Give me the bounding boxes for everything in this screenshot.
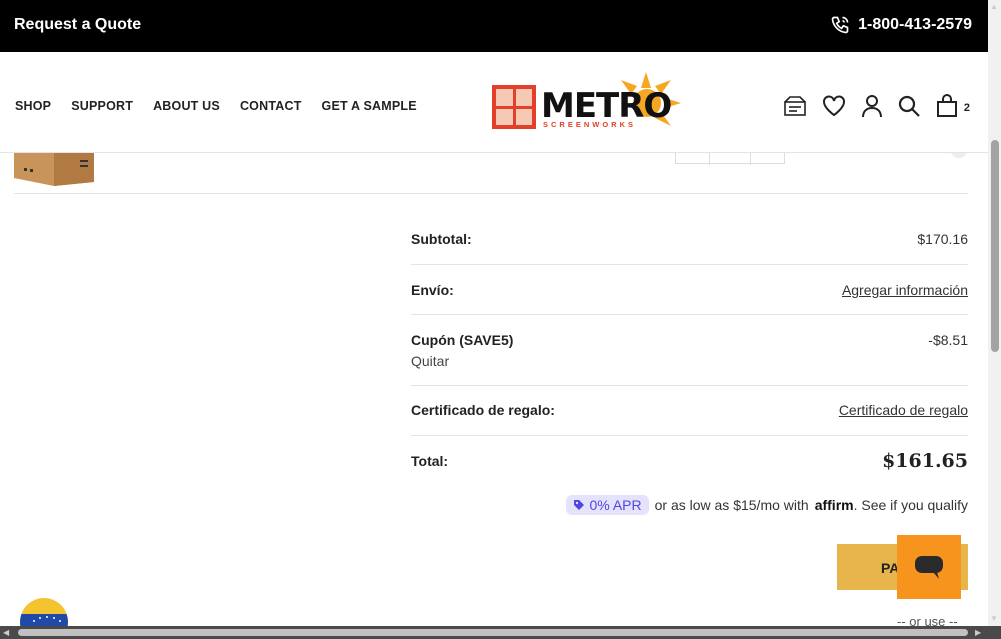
affirm-text: or as low as $15/mo with bbox=[654, 497, 809, 513]
coupon-row: Cupón (SAVE5) Quitar -$8.51 bbox=[411, 315, 968, 386]
vertical-scroll-thumb[interactable] bbox=[991, 140, 999, 352]
remove-coupon-link[interactable]: Quitar bbox=[411, 353, 449, 369]
logo-subtitle: SCREENWORKS bbox=[543, 120, 637, 129]
shipping-row: Envío: Agregar información bbox=[411, 265, 968, 315]
scroll-up-icon[interactable]: ▲ bbox=[990, 2, 998, 11]
chat-icon bbox=[915, 556, 943, 579]
scroll-down-icon[interactable]: ▼ bbox=[990, 614, 998, 623]
total-row: Total: $161.65 bbox=[411, 436, 968, 496]
subtotal-row: Subtotal: $170.16 bbox=[411, 214, 968, 265]
main-nav: SHOP SUPPORT ABOUT US CONTACT GET A SAMP… bbox=[15, 99, 417, 113]
request-quote-link[interactable]: Request a Quote bbox=[14, 16, 141, 34]
horizontal-scroll-thumb[interactable] bbox=[18, 629, 968, 636]
coupon-label: Cupón (SAVE5) bbox=[411, 332, 514, 348]
nav-about-us[interactable]: ABOUT US bbox=[153, 99, 220, 113]
nav-support[interactable]: SUPPORT bbox=[71, 99, 133, 113]
nav-get-a-sample[interactable]: GET A SAMPLE bbox=[322, 99, 417, 113]
apr-text: 0% APR bbox=[589, 497, 642, 513]
header-icons: 2 bbox=[783, 94, 970, 118]
horizontal-scrollbar[interactable]: ◀ ▶ bbox=[0, 626, 1001, 639]
coupon-value: -$8.51 bbox=[928, 332, 968, 348]
affirm-logo: affirm bbox=[814, 497, 854, 513]
bag-icon[interactable] bbox=[935, 94, 959, 118]
total-label: Total: bbox=[411, 453, 449, 469]
site-logo[interactable]: METRO SCREENWORKS bbox=[491, 72, 686, 134]
scroll-left-icon[interactable]: ◀ bbox=[3, 628, 9, 637]
scroll-right-icon[interactable]: ▶ bbox=[975, 628, 981, 637]
affirm-qualify-link[interactable]: . See if you qualify bbox=[854, 497, 968, 513]
site-header: SHOP SUPPORT ABOUT US CONTACT GET A SAMP… bbox=[0, 52, 988, 153]
apr-badge: 0% APR bbox=[566, 495, 649, 515]
cart-count: 2 bbox=[963, 102, 970, 114]
chat-button[interactable] bbox=[897, 535, 961, 599]
divider bbox=[14, 193, 968, 194]
cart-totals: Subtotal: $170.16 Envío: Agregar informa… bbox=[411, 214, 968, 496]
search-icon[interactable] bbox=[898, 95, 920, 117]
phone-link[interactable]: 1-800-413-2579 bbox=[830, 15, 972, 35]
sample-icon[interactable] bbox=[783, 95, 807, 117]
nav-contact[interactable]: CONTACT bbox=[240, 99, 302, 113]
affirm-promo[interactable]: 0% APR or as low as $15/mo with affirm. … bbox=[566, 495, 968, 515]
gift-certificate-label: Certificado de regalo: bbox=[411, 402, 555, 418]
add-shipping-info-link[interactable]: Agregar información bbox=[842, 282, 968, 298]
nav-shop[interactable]: SHOP bbox=[15, 99, 51, 113]
subtotal-value: $170.16 bbox=[917, 231, 968, 247]
phone-number: 1-800-413-2579 bbox=[858, 16, 972, 33]
phone-icon bbox=[831, 16, 849, 34]
tag-icon bbox=[574, 500, 585, 510]
gift-certificate-row: Certificado de regalo: Certificado de re… bbox=[411, 386, 968, 436]
gift-certificate-link[interactable]: Certificado de regalo bbox=[839, 402, 968, 418]
shipping-label: Envío: bbox=[411, 282, 454, 298]
top-bar: Request a Quote 1-800-413-2579 bbox=[0, 0, 988, 52]
vertical-scrollbar[interactable]: ▲ ▼ bbox=[988, 0, 1001, 626]
total-value: $161.65 bbox=[882, 450, 968, 472]
user-icon[interactable] bbox=[861, 94, 883, 118]
heart-icon[interactable] bbox=[822, 95, 846, 117]
subtotal-label: Subtotal: bbox=[411, 231, 472, 247]
